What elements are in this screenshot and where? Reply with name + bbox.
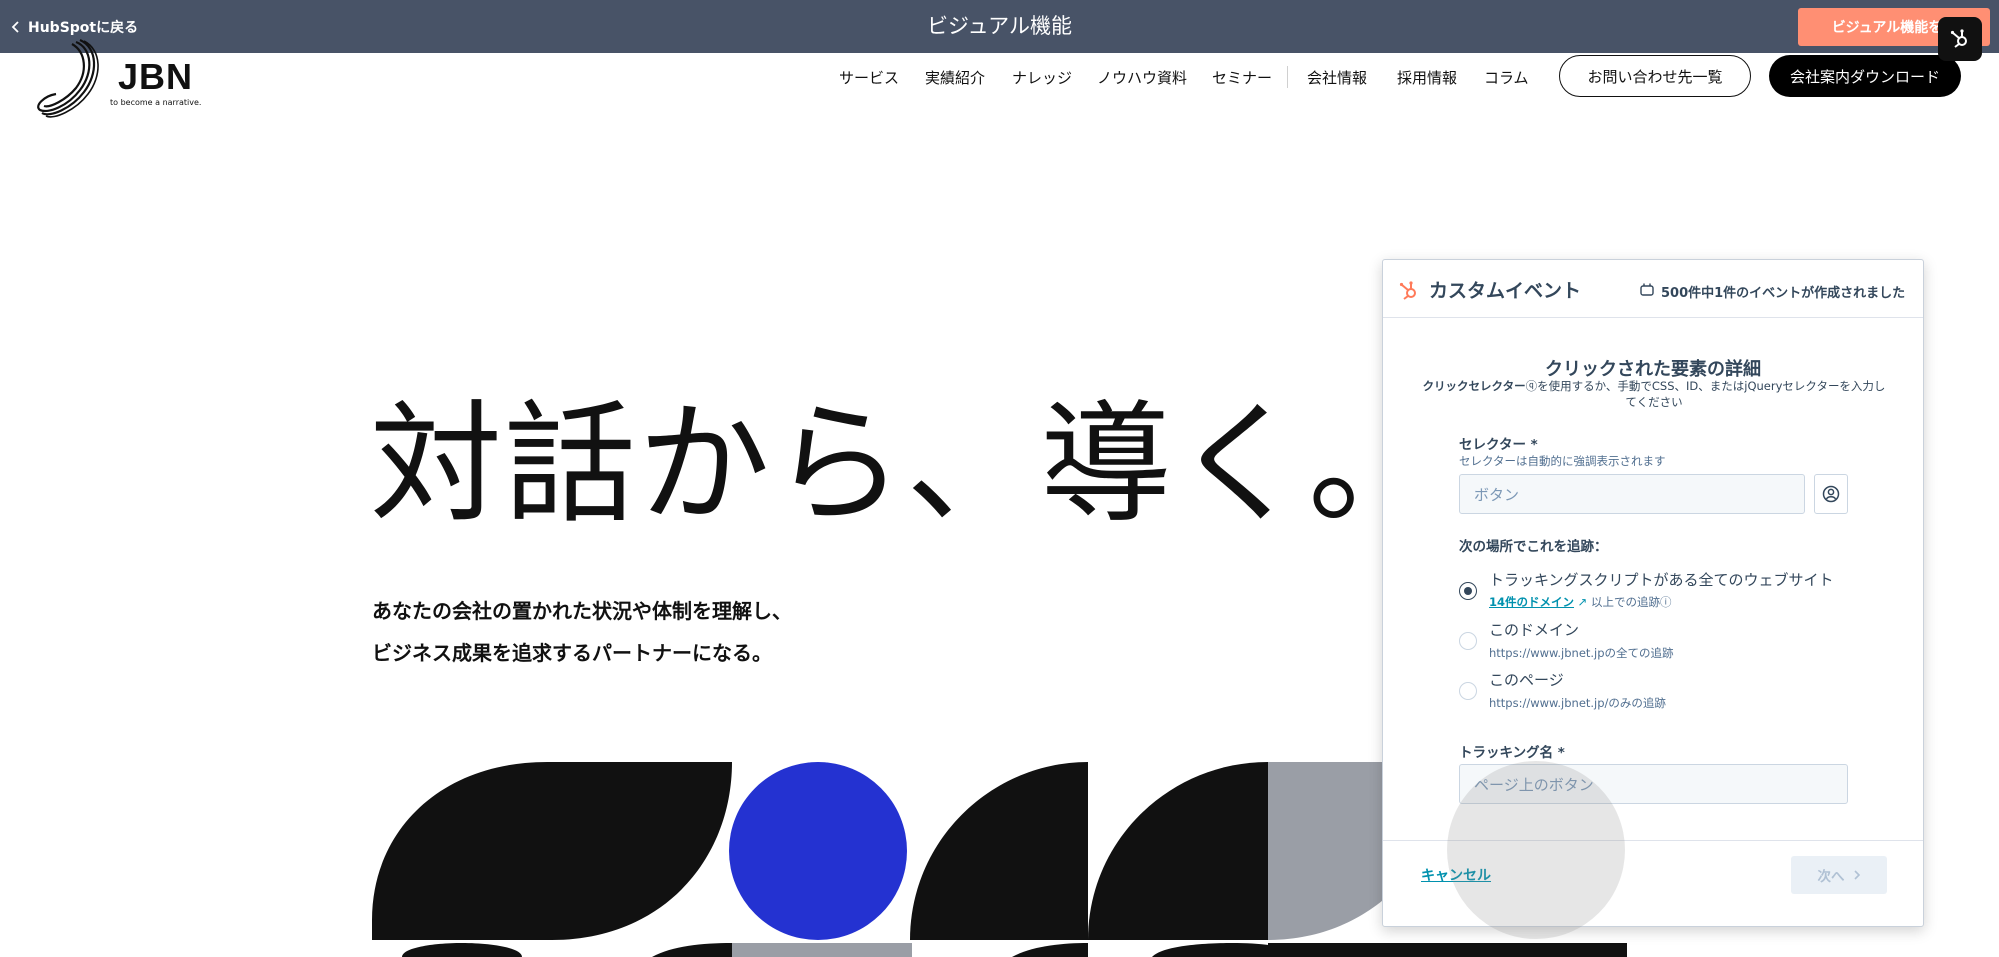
radio-all-websites[interactable] [1459,582,1477,600]
radio-this-domain[interactable] [1459,632,1477,650]
contact-list-button[interactable]: お問い合わせ先一覧 [1559,55,1751,97]
logo-mark-icon [37,38,99,118]
site-logo[interactable]: JBN to become a narrative. [36,38,206,118]
hubspot-top-bar: HubSpotに戻る ビジュアル機能 ビジュアル機能を閉 [0,0,1999,53]
logo-text: JBN [118,56,194,97]
radio-this-page[interactable] [1459,682,1477,700]
next-label: 次へ [1817,869,1845,885]
event-count-icon [1640,283,1654,296]
shape-bottom-black-5 [1268,943,1627,957]
click-selector-icon: ⓠ [1525,379,1538,393]
hero-subtitle-line-2: ビジネス成果を追求するパートナーになる。 [372,641,772,665]
logo-tagline: to become a narrative. [110,98,202,107]
tracking-name-label: トラッキング名 * [1459,745,1565,761]
hero-subtitle-line-1: あなたの会社の置かれた状況や体制を理解し、 [372,599,792,623]
shape-bottom-black-1 [402,943,522,957]
nav-item-seminars[interactable]: セミナー [1212,56,1272,98]
nav-item-case-studies[interactable]: 実績紹介 [925,56,985,98]
user-search-icon [1822,485,1840,503]
download-brochure-button[interactable]: 会社案内ダウンロード [1769,55,1961,97]
shape-leaf-black [372,761,732,940]
section-description-text: を使用するか、手動でCSS、ID、またはjQueryセレクターを入力してください [1537,379,1886,409]
tracking-name-input[interactable]: ページ上のボタン [1459,764,1848,804]
external-link-icon: ↗ [1577,595,1591,609]
next-button[interactable]: 次へ [1791,856,1887,894]
panel-title: カスタムイベント [1429,280,1582,302]
option-all-websites-label: トラッキングスクリプトがある全てのウェブサイト [1489,571,1834,589]
nav-item-documents[interactable]: ノウハウ資料 [1097,56,1187,98]
selector-label: セレクター * [1459,437,1538,453]
option-this-page-label: このページ [1489,671,1564,689]
nav-item-recruit[interactable]: 採用情報 [1397,56,1457,98]
event-count-text: 500件中1件のイベントが作成されました [1661,286,1906,301]
shape-strip-gray [732,943,912,957]
nav-item-services[interactable]: サービス [839,56,899,98]
hubspot-sprocket-button[interactable] [1938,17,1982,61]
option-this-page-sub: https://www.jbnet.jp/のみの追跡 [1489,696,1666,710]
domains-link[interactable]: 14件のドメイン [1489,595,1574,609]
back-label: HubSpotに戻る [28,19,139,36]
selector-help-text: セレクターは自動的に強調表示されます [1459,454,1666,468]
info-icon: ⓘ [1659,595,1672,609]
panel-footer: キャンセル 次へ [1383,840,1923,926]
hero-title: 対話から、導く。 [370,388,1442,542]
shape-quarter-black-1 [910,762,1088,940]
panel-header: カスタムイベント 500件中1件のイベントが作成されました [1383,260,1923,318]
shape-quarter-black-2 [1088,762,1268,940]
section-description: クリックセレクターⓠを使用するか、手動でCSS、ID、またはjQueryセレクタ… [1419,378,1889,410]
chevron-left-icon [11,20,19,33]
option-this-domain-label: このドメイン [1489,621,1580,639]
click-selector-label: クリックセレクター [1422,379,1526,393]
nav-item-knowledge[interactable]: ナレッジ [1012,56,1072,98]
selector-picker-button[interactable] [1814,474,1848,514]
nav-item-company[interactable]: 会社情報 [1307,56,1367,98]
track-location-label: 次の場所でこれを追跡： [1459,539,1608,555]
selector-input[interactable]: ボタン [1459,474,1805,514]
option-this-domain-sub: https://www.jbnet.jpの全ての追跡 [1489,646,1674,660]
nav-item-column[interactable]: コラム [1484,56,1529,98]
option-all-websites-sub: 14件のドメイン ↗ 以上での追跡ⓘ [1489,595,1672,609]
visual-mode-title: ビジュアル機能 [927,14,1072,38]
chevron-right-icon [1853,870,1860,880]
nav-divider [1287,66,1288,88]
shape-bottom-black-3 [1012,943,1088,957]
hubspot-logo-icon [1950,29,1967,48]
shape-circle-blue [729,762,907,940]
shape-bottom-black-2 [652,943,732,957]
hero-subtitle: あなたの会社の置かれた状況や体制を理解し、 ビジネス成果を追求するパートナーにな… [372,590,792,674]
cancel-button[interactable]: キャンセル [1421,865,1491,885]
hubspot-sprocket-icon [1399,281,1416,300]
custom-event-panel: カスタムイベント 500件中1件のイベントが作成されました クリックされた要素の… [1382,259,1924,927]
